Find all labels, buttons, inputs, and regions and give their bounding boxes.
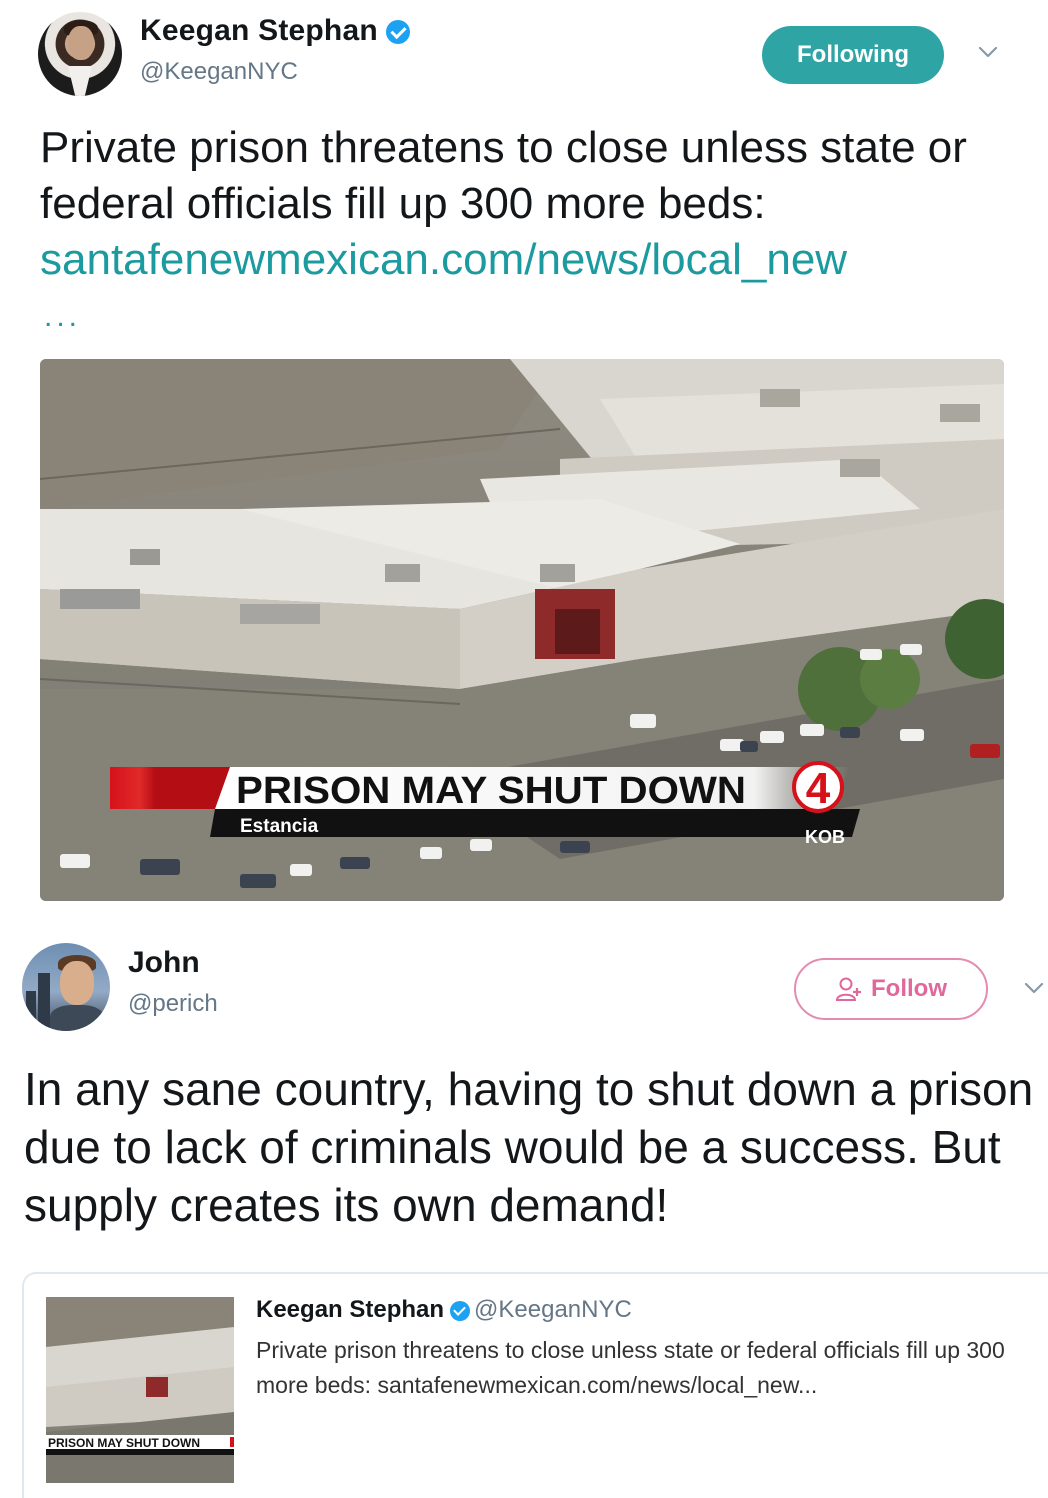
channel-number: 4 [806,764,831,813]
quoted-author-name[interactable]: Keegan Stephan [256,1296,444,1323]
banner-location: Estancia [240,816,319,837]
verified-badge-icon [385,20,410,45]
thumb-caption: PRISON MAY SHUT DOWN [48,1436,200,1450]
prison-aerial-photo: PRISON MAY SHUT DOWN Estancia 4 KOB [40,359,1004,901]
avatar-john[interactable] [22,943,110,1031]
follow-button[interactable]: Follow [794,958,988,1020]
verified-badge-icon [450,1300,471,1321]
station-name: KOB [805,827,845,847]
following-button[interactable]: Following [762,26,944,84]
banner-headline: PRISON MAY SHUT DOWN [236,770,746,812]
reply-author-name[interactable]: John [128,946,200,980]
reply-author-handle[interactable]: @perich [128,990,218,1018]
chevron-down-icon[interactable] [976,40,1000,64]
avatar-keegan[interactable] [38,12,122,96]
author-name-text[interactable]: Keegan Stephan [140,14,378,47]
tweet-text-body: Private prison threatens to close unless… [40,123,967,228]
tweet-text: Private prison threatens to close unless… [40,120,1030,288]
quoted-tweet-text: Private prison threatens to close unless… [256,1337,1005,1398]
reply-text: In any sane country, having to shut down… [24,1063,1034,1231]
tweet-link[interactable]: santafenewmexican.com/news/local_new [40,232,1030,288]
author-name[interactable]: Keegan Stephan [140,14,410,48]
follow-button-label: Follow [871,975,947,1002]
author-handle[interactable]: @KeeganNYC [140,58,298,86]
tweet-media-image[interactable]: PRISON MAY SHUT DOWN Estancia 4 KOB [40,359,1004,901]
quoted-tweet-thumbnail[interactable]: PRISON MAY SHUT DOWN [46,1297,234,1483]
tweet-original: Keegan Stephan @KeeganNYC Following Priv… [0,0,1048,925]
quoted-author[interactable]: Keegan Stephan @KeeganNYC [256,1296,632,1324]
add-person-icon [835,977,861,1001]
chevron-down-icon[interactable] [1022,976,1046,1000]
quoted-author-handle[interactable]: @KeeganNYC [474,1296,632,1323]
link-ellipsis[interactable]: ... [44,300,81,334]
